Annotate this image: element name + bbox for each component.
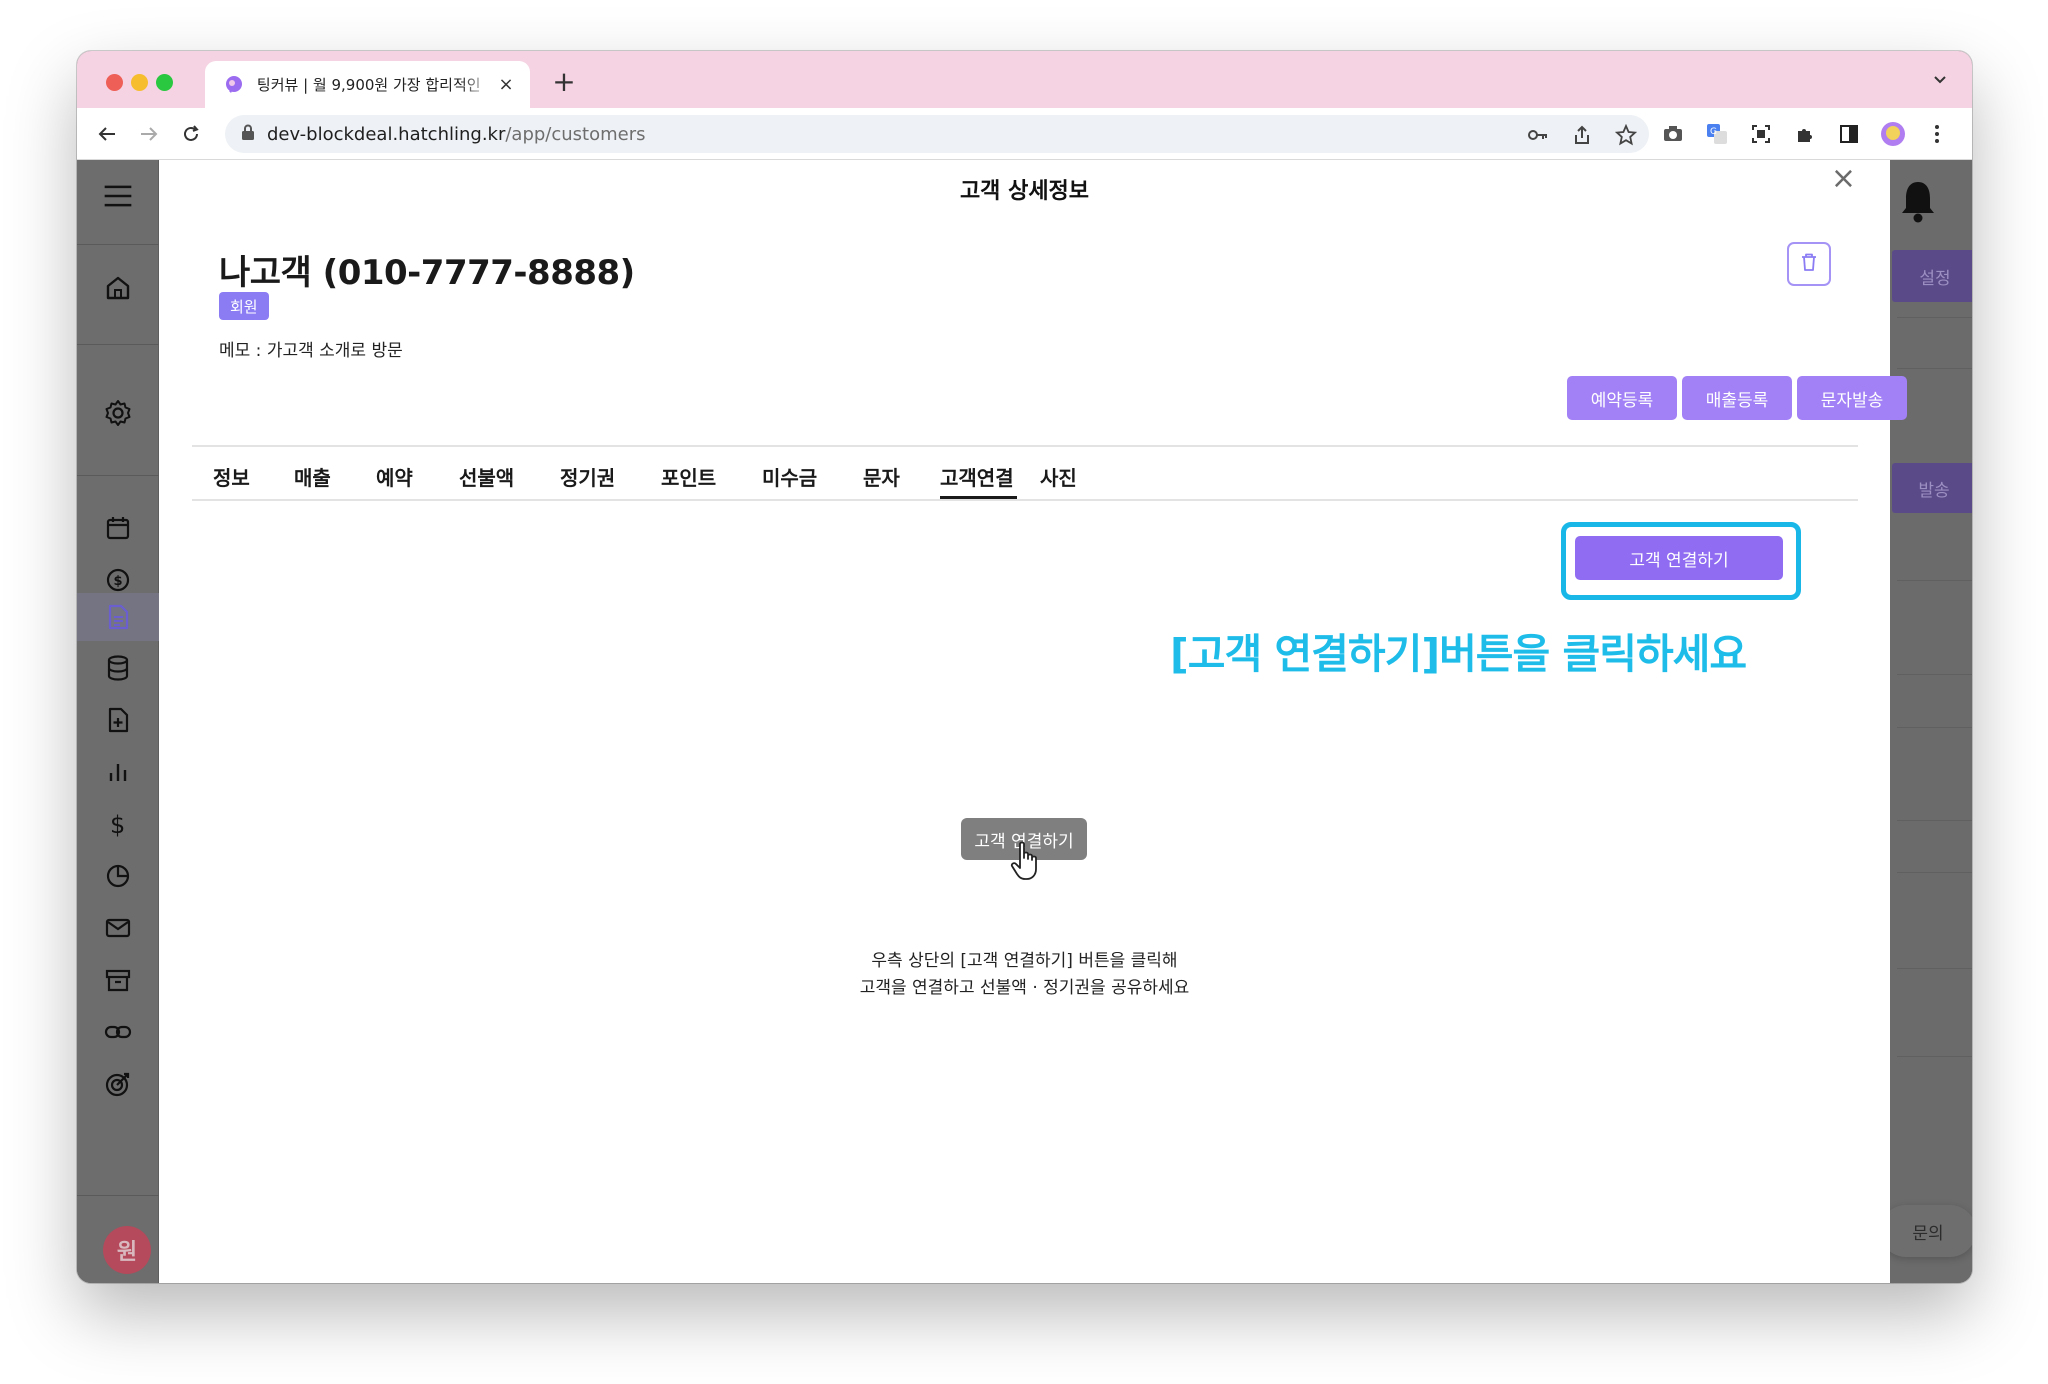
sidebar-divider [77, 344, 159, 345]
tabs-top-border [192, 445, 1858, 447]
tab-points[interactable]: 포인트 [661, 462, 716, 491]
browser-tab[interactable]: 팅커뷰 | 월 9,900원 가장 합리적인 × [205, 61, 530, 108]
customer-memo: 메모 : 가고객 소개로 방문 [219, 341, 403, 361]
sidebar-divider [77, 244, 159, 245]
bar-chart-icon[interactable] [103, 757, 133, 787]
bookmark-star-icon[interactable] [1613, 122, 1639, 148]
url-text: dev-blockdeal.hatchling.kr/app/customers [267, 124, 646, 145]
customer-name: 나고객 (010-7777-8888) [219, 253, 635, 293]
background-divider [1897, 674, 1972, 675]
calendar-icon[interactable] [103, 513, 133, 543]
tab-info[interactable]: 정보 [213, 462, 250, 491]
tab-strip: 팅커뷰 | 월 9,900원 가장 합리적인 × + [77, 51, 1972, 108]
browser-window: 팅커뷰 | 월 9,900원 가장 합리적인 × + dev-blockdeal… [77, 51, 1972, 1283]
tab-reservation[interactable]: 예약 [376, 462, 413, 491]
background-divider [1897, 317, 1972, 318]
modal-close-icon[interactable]: × [1831, 164, 1856, 194]
file-add-icon[interactable] [103, 705, 133, 735]
url-path: /app/customers [505, 123, 646, 145]
member-badge: 회원 [219, 292, 269, 320]
background-settings-button: 설정 [1892, 250, 1972, 302]
svg-text:G: G [1710, 127, 1717, 137]
hamburger-menu-icon[interactable] [103, 181, 133, 211]
archive-icon[interactable] [103, 965, 133, 995]
background-divider [1897, 1056, 1972, 1057]
link-icon[interactable] [103, 1017, 133, 1047]
back-arrow-icon[interactable] [94, 121, 120, 147]
tinkerview-favicon-icon [223, 74, 245, 96]
translate-icon[interactable]: G [1704, 121, 1730, 147]
background-divider [1897, 368, 1972, 369]
tab-sales[interactable]: 매출 [294, 462, 331, 491]
tab-photos[interactable]: 사진 [1040, 462, 1077, 491]
background-divider [1897, 820, 1972, 821]
forward-arrow-icon[interactable] [136, 121, 162, 147]
tab-title: 팅커뷰 | 월 9,900원 가장 합리적인 [256, 76, 481, 94]
profile-avatar-icon[interactable] [1880, 121, 1906, 147]
notification-bell-icon[interactable] [1898, 178, 1938, 224]
kebab-menu-icon[interactable] [1924, 121, 1950, 147]
tabs-bottom-border [192, 499, 1858, 501]
camera-icon[interactable] [1660, 121, 1686, 147]
sidebar-divider [77, 475, 159, 476]
document-icon[interactable] [103, 602, 133, 632]
svg-text:$: $ [110, 811, 125, 838]
dollar-circle-icon[interactable]: $ [103, 565, 133, 595]
zoom-window-button[interactable] [156, 74, 173, 91]
sidebar-divider [77, 1195, 159, 1196]
send-sms-button[interactable]: 문자발송 [1797, 376, 1907, 420]
share-icon[interactable] [1569, 122, 1595, 148]
background-divider [1897, 872, 1972, 873]
mail-icon[interactable] [103, 913, 133, 943]
new-tab-button[interactable]: + [549, 65, 579, 98]
background-send-button: 발송 [1892, 463, 1972, 513]
background-divider [1897, 727, 1972, 728]
app-viewport: $ $ 원 설정 발송 문의 고객 상세정보 × 나고객 (010-7777-8… [77, 160, 1972, 1283]
tab-prepaid[interactable]: 선불액 [459, 462, 514, 491]
minimize-window-button[interactable] [131, 74, 148, 91]
side-panel-icon[interactable] [1836, 121, 1862, 147]
instruction-annotation: [고객 연결하기]버튼을 클릭하세요 [1170, 630, 1747, 678]
tab-close-icon[interactable]: × [496, 74, 516, 95]
database-icon[interactable] [103, 653, 133, 683]
hand-pointer-icon [1009, 840, 1043, 882]
delete-customer-button[interactable] [1787, 242, 1831, 286]
modal-title: 고객 상세정보 [959, 179, 1090, 204]
extensions-puzzle-icon[interactable] [1792, 121, 1818, 147]
empty-state-line-1: 우측 상단의 [고객 연결하기] 버튼을 클릭해 [871, 951, 1178, 971]
background-inquiry-button: 문의 [1880, 1205, 1972, 1257]
lock-icon [241, 124, 255, 144]
trash-icon [1800, 252, 1818, 276]
target-icon[interactable] [103, 1069, 133, 1099]
url-host: dev-blockdeal.hatchling.kr [267, 123, 506, 145]
reload-icon[interactable] [178, 121, 204, 147]
customer-detail-modal: 고객 상세정보 × 나고객 (010-7777-8888) 회원 메모 : 가고… [159, 160, 1907, 1283]
address-bar[interactable]: dev-blockdeal.hatchling.kr/app/customers [225, 115, 1649, 153]
register-sales-button[interactable]: 매출등록 [1682, 376, 1792, 420]
browser-toolbar: dev-blockdeal.hatchling.kr/app/customers… [77, 108, 1972, 160]
home-icon[interactable] [103, 273, 133, 303]
user-avatar[interactable]: 원 [103, 1226, 151, 1274]
close-window-button[interactable] [106, 74, 123, 91]
tab-receivables[interactable]: 미수금 [762, 462, 817, 491]
empty-state-line-2: 고객을 연결하고 선불액 · 정기권을 공유하세요 [859, 978, 1190, 998]
tab-pass[interactable]: 정기권 [560, 462, 615, 491]
tab-customer-link[interactable]: 고객연결 [940, 462, 1014, 491]
dollar-icon[interactable]: $ [103, 809, 133, 839]
tab-messages[interactable]: 문자 [863, 462, 900, 491]
key-icon[interactable] [1525, 122, 1551, 148]
settings-gear-icon[interactable] [103, 398, 133, 428]
connect-customer-button[interactable]: 고객 연결하기 [1575, 536, 1783, 580]
chevron-down-icon[interactable] [1930, 69, 1950, 89]
background-divider [1897, 580, 1972, 581]
sidebar: $ $ 원 [77, 160, 159, 1283]
background-divider [1897, 968, 1972, 969]
screen-capture-icon[interactable] [1748, 121, 1774, 147]
pie-chart-icon[interactable] [103, 861, 133, 891]
register-reservation-button[interactable]: 예약등록 [1567, 376, 1677, 420]
svg-text:$: $ [114, 574, 123, 589]
